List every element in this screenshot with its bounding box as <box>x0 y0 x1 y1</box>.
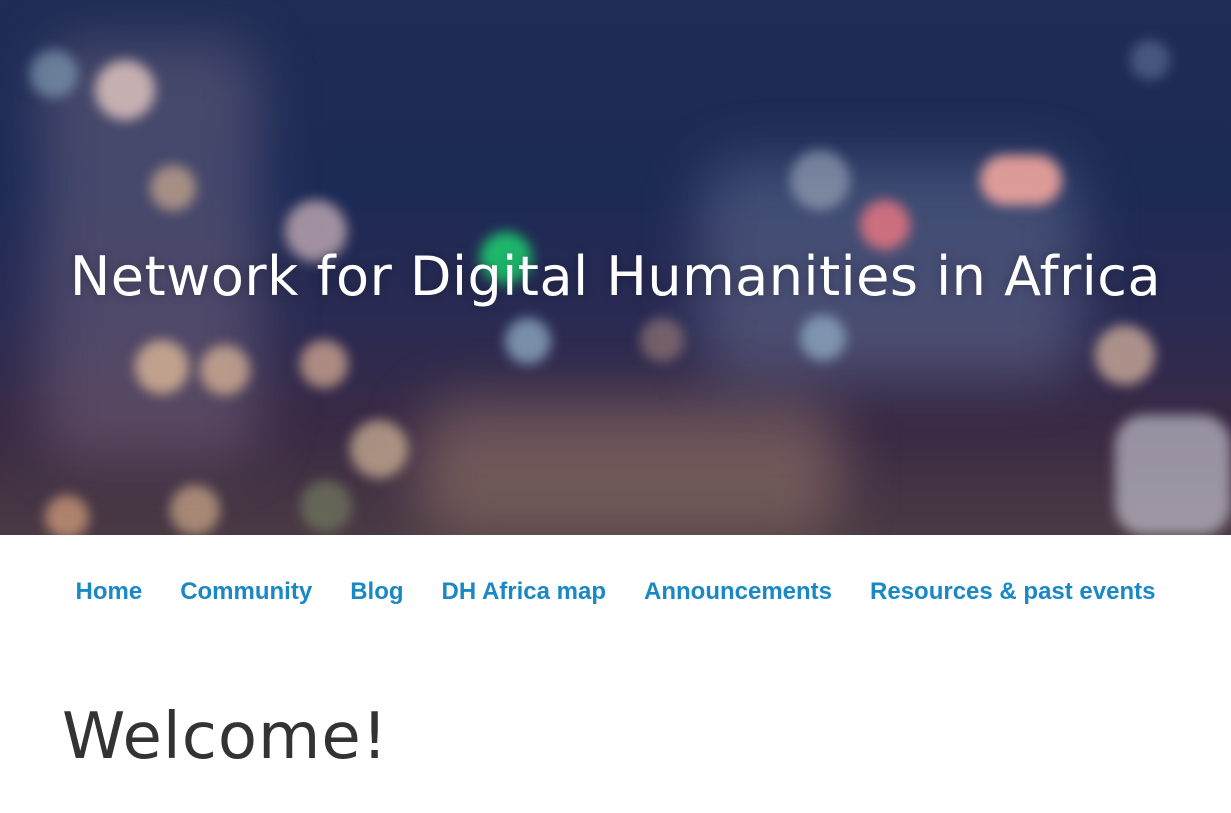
hero-bokeh-light <box>790 150 850 210</box>
hero-bokeh-light <box>640 318 684 362</box>
hero-bokeh-light <box>30 50 78 98</box>
nav-link-announcements[interactable]: Announcements <box>644 578 832 606</box>
hero-bokeh-light <box>505 318 551 364</box>
hero-bokeh-light <box>135 340 189 394</box>
hero-bokeh-light <box>300 340 348 388</box>
hero-bokeh-light <box>95 60 155 120</box>
hero-bokeh-light <box>800 315 846 361</box>
nav-link-resources-past-events[interactable]: Resources & past events <box>870 578 1155 606</box>
hero-bokeh-light <box>1115 415 1231 535</box>
nav-link-home[interactable]: Home <box>76 578 143 606</box>
hero-bokeh-light <box>1130 40 1170 80</box>
site-title: Network for Digital Humanities in Africa <box>69 245 1162 308</box>
hero-bokeh-light <box>1095 325 1155 385</box>
hero-bokeh-light <box>860 200 910 250</box>
hero-banner: Network for Digital Humanities in Africa <box>0 0 1231 535</box>
hero-bokeh-light <box>300 480 352 532</box>
nav-link-blog[interactable]: Blog <box>350 578 403 606</box>
hero-bokeh-light <box>150 165 196 211</box>
hero-bokeh-haze <box>420 400 840 535</box>
main-navigation: Home Community Blog DH Africa map Announ… <box>0 568 1231 616</box>
hero-bokeh-light <box>350 420 408 478</box>
hero-bokeh-light <box>200 345 250 395</box>
page-heading: Welcome! <box>62 700 389 774</box>
nav-link-community[interactable]: Community <box>180 578 312 606</box>
hero-bokeh-light <box>980 155 1062 205</box>
hero-bokeh-light <box>170 485 220 535</box>
nav-link-dh-africa-map[interactable]: DH Africa map <box>442 578 606 606</box>
hero-bokeh-light <box>45 495 89 535</box>
